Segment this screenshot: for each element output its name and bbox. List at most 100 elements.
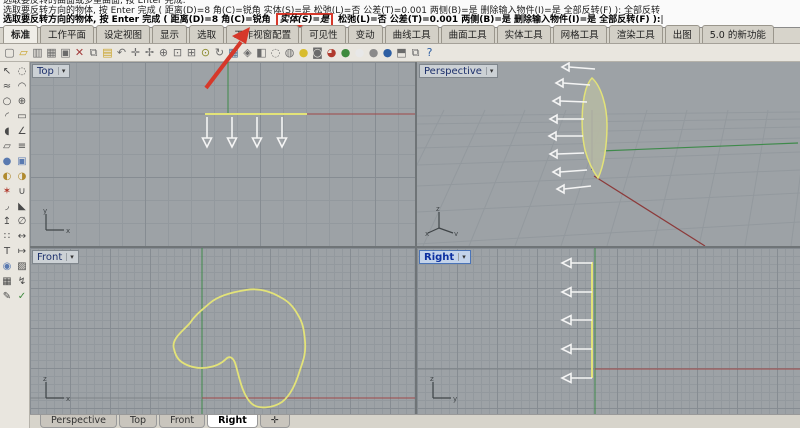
render-preview-icon[interactable]: ◉: [0, 259, 15, 274]
boolean-union-icon[interactable]: ◐: [0, 169, 15, 184]
zoom-dynamic-icon[interactable]: ⊕: [157, 45, 170, 60]
render-sphere-white-icon[interactable]: ●: [353, 45, 366, 60]
chevron-down-icon[interactable]: ▾: [58, 67, 66, 75]
surface-plane-icon[interactable]: ▱: [0, 139, 15, 154]
wireframe-view-icon[interactable]: ◌: [269, 45, 282, 60]
join-icon[interactable]: ∪: [15, 184, 30, 199]
pipe-icon[interactable]: ∅: [15, 214, 30, 229]
copy-clipboard-icon[interactable]: ⧉: [87, 45, 100, 60]
pan-icon[interactable]: ✛: [129, 45, 142, 60]
viewport-title-perspective[interactable]: Perspective ▾: [419, 64, 498, 78]
move-icon[interactable]: ✢: [143, 45, 156, 60]
arc-icon[interactable]: ◜: [0, 109, 15, 124]
chevron-down-icon[interactable]: ▾: [66, 253, 74, 261]
box-icon[interactable]: ▣: [15, 154, 30, 169]
circle-3pt-icon[interactable]: ⊕: [15, 94, 30, 109]
closed-blob-curve[interactable]: [173, 289, 305, 407]
lock-object-icon[interactable]: ◙: [311, 45, 324, 60]
chevron-down-icon[interactable]: ▾: [458, 253, 466, 261]
dimension-icon[interactable]: ↦: [15, 244, 30, 259]
render-sphere-blue-icon[interactable]: ●: [381, 45, 394, 60]
hatch-icon[interactable]: ▨: [15, 259, 30, 274]
named-views-icon[interactable]: ⬒: [395, 45, 408, 60]
menu-tab[interactable]: 渲染工具: [609, 25, 663, 43]
viewport-front[interactable]: Front ▾ z x: [30, 248, 415, 414]
menu-tab[interactable]: 显示: [152, 25, 187, 43]
viewport-title-front[interactable]: Front ▾: [32, 250, 79, 264]
array-icon[interactable]: ∷: [0, 229, 15, 244]
menu-tab[interactable]: 可见性: [301, 25, 346, 43]
menu-tab[interactable]: 5.0 的新功能: [702, 25, 774, 43]
new-file-icon[interactable]: ▢: [3, 45, 16, 60]
ellipse-icon[interactable]: ◖: [0, 124, 15, 139]
open-file-icon[interactable]: ▱: [17, 45, 30, 60]
menu-tab[interactable]: 曲面工具: [441, 25, 495, 43]
viewport-tab[interactable]: Perspective: [40, 415, 117, 428]
menu-tab[interactable]: 设定视图: [96, 25, 150, 43]
link-frames-icon[interactable]: ⧉: [409, 45, 422, 60]
save-icon[interactable]: ▥: [31, 45, 44, 60]
lamp-icon[interactable]: ●: [297, 45, 310, 60]
chevron-down-icon[interactable]: ▾: [486, 67, 494, 75]
menu-tab[interactable]: 标准: [3, 25, 38, 43]
help-icon[interactable]: ?: [423, 45, 436, 60]
viewport-tab[interactable]: Front: [159, 415, 205, 428]
viewport-title-right[interactable]: Right ▾: [419, 250, 471, 264]
menu-tab[interactable]: 工作平面: [40, 25, 94, 43]
viewport-tab[interactable]: ✛: [260, 415, 290, 428]
zoom-window-icon[interactable]: ⊡: [171, 45, 184, 60]
boolean-difference-icon[interactable]: ◑: [15, 169, 30, 184]
viewport-right[interactable]: Right ▾ z y: [417, 248, 800, 414]
menu-tab[interactable]: 工作视窗配置: [226, 25, 299, 43]
standard-toolbar: ▢▱▥▦▣✕⧉▤↶✛✢⊕⊡⊞⊙↻▦◈◧◌◍●◙◕●●●●⬒⧉?: [0, 44, 800, 62]
mirror-icon[interactable]: ↔: [15, 229, 30, 244]
lightning-icon[interactable]: ↯: [15, 274, 30, 289]
menu-tab[interactable]: 网格工具: [553, 25, 607, 43]
render-sphere-green-icon[interactable]: ●: [339, 45, 352, 60]
loft-icon[interactable]: ≡: [15, 139, 30, 154]
viewport-tab[interactable]: Top: [119, 415, 157, 428]
cplane-grid-icon[interactable]: ▦: [227, 45, 240, 60]
menu-tab[interactable]: 变动: [348, 25, 383, 43]
planar-surface[interactable]: [582, 78, 607, 178]
menu-tab[interactable]: 实体工具: [497, 25, 551, 43]
menu-tab[interactable]: 出图: [665, 25, 700, 43]
sphere-icon[interactable]: ●: [0, 154, 15, 169]
menu-tab[interactable]: 曲线工具: [385, 25, 439, 43]
viewport-perspective[interactable]: Perspective ▾: [417, 62, 800, 246]
edit-points-icon[interactable]: ✎: [0, 289, 15, 304]
viewport-tab[interactable]: Right: [207, 415, 258, 428]
chamfer-icon[interactable]: ◣: [15, 199, 30, 214]
select-pointer-icon[interactable]: ↖: [0, 64, 15, 79]
extrude-icon[interactable]: ↥: [0, 214, 15, 229]
grid-options-icon[interactable]: ▦: [0, 274, 15, 289]
zoom-extents-icon[interactable]: ⊞: [185, 45, 198, 60]
pan-view-icon[interactable]: ◈: [241, 45, 254, 60]
zoom-selected-icon[interactable]: ⊙: [199, 45, 212, 60]
material-icon[interactable]: ◕: [325, 45, 338, 60]
undo-icon[interactable]: ↶: [115, 45, 128, 60]
paste-icon[interactable]: ▤: [101, 45, 114, 60]
control-point-curve-icon[interactable]: ≈: [0, 79, 15, 94]
viewport-top[interactable]: Top ▾ y x: [30, 62, 415, 246]
print-icon[interactable]: ▦: [45, 45, 58, 60]
menu-tab[interactable]: 选取: [189, 25, 224, 43]
copy-icon[interactable]: ▣: [59, 45, 72, 60]
top-scene: [30, 62, 415, 246]
circle-icon[interactable]: ○: [0, 94, 15, 109]
rotate-view-icon[interactable]: ↻: [213, 45, 226, 60]
polyline-icon[interactable]: ∠: [15, 124, 30, 139]
explode-icon[interactable]: ✶: [0, 184, 15, 199]
shade-view-icon[interactable]: ◧: [255, 45, 268, 60]
viewport-title-top[interactable]: Top ▾: [32, 64, 70, 78]
interpolate-curve-icon[interactable]: ◠: [15, 79, 30, 94]
delete-icon[interactable]: ✕: [73, 45, 86, 60]
rectangle-icon[interactable]: ▭: [15, 109, 30, 124]
command-history[interactable]: 选取要反转的曲面或多重曲面, 按 Enter 完成: 选取要反转方向的物体, 按…: [0, 0, 800, 28]
check-icon[interactable]: ✓: [15, 289, 30, 304]
select-lasso-icon[interactable]: ◌: [15, 64, 30, 79]
render-sphere-gray-icon[interactable]: ●: [367, 45, 380, 60]
text-icon[interactable]: T: [0, 244, 15, 259]
fillet-icon[interactable]: ◞: [0, 199, 15, 214]
hide-object-icon[interactable]: ◍: [283, 45, 296, 60]
